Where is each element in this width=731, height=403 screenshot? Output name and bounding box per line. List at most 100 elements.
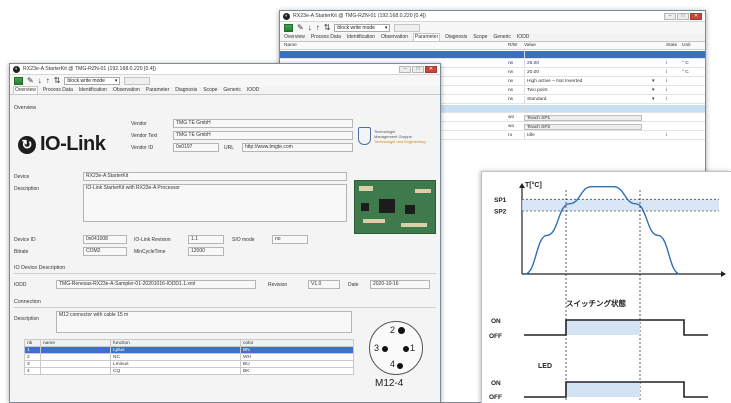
arrow-down-icon[interactable]: ↓ <box>38 76 42 86</box>
pin-color: BU <box>240 360 354 368</box>
bitrate-field: COM2 <box>83 247 127 256</box>
pin-nb: 1 <box>24 346 41 354</box>
led-on-label: ON <box>491 380 501 387</box>
param-value[interactable]: Two point <box>524 87 642 95</box>
col-value: Value <box>524 43 536 48</box>
table-row[interactable]: 2 NC WH <box>24 353 354 361</box>
tab-diagnosis[interactable]: Diagnosis <box>174 87 198 94</box>
url-field[interactable]: http://www.tmgte.com <box>242 143 353 152</box>
connect-icon[interactable] <box>284 24 293 32</box>
hysteresis-band <box>522 199 719 211</box>
connect-icon[interactable] <box>14 77 23 85</box>
io-device-description-caption: IO Device Description <box>14 265 66 271</box>
minimize-icon[interactable]: – <box>399 65 411 73</box>
col-state: State <box>666 43 678 48</box>
tab-parameter[interactable]: Parameter <box>145 87 170 94</box>
param-rw: rw <box>508 61 514 66</box>
min-cycle-time-field: 12000 <box>188 247 224 256</box>
param-value[interactable]: High active ~ Not Inverted <box>524 78 642 86</box>
maximize-icon[interactable]: □ <box>677 12 689 20</box>
tab-process-data[interactable]: Process Data <box>310 34 342 41</box>
switching-chart-panel: T[°C] SP1 SP2 スイッチング状態 ON OFF LED ON OFF <box>481 171 731 403</box>
param-state: i <box>666 70 668 75</box>
tab-diagnosis[interactable]: Diagnosis <box>444 34 468 41</box>
pin-function: CQ <box>110 367 241 375</box>
app-logo-icon: ◐ <box>283 12 290 20</box>
connection-pin-table: nb name function color 1 Lplus BN 2 NC W… <box>24 339 354 375</box>
arrow-down-icon[interactable]: ↓ <box>308 23 312 33</box>
tab-iodd[interactable]: IODD <box>516 34 531 41</box>
param-value[interactable]: 25.00 <box>524 60 642 68</box>
maximize-icon[interactable]: □ <box>412 65 424 73</box>
parameter-row[interactable] <box>280 51 705 59</box>
param-value[interactable]: 20.00 <box>524 69 642 77</box>
pin-nb: 3 <box>24 360 41 368</box>
description-field: IO-Link StarterKit with RX23e-A Processo… <box>83 184 347 222</box>
tmg-logo-icon <box>358 127 371 145</box>
tab-identification[interactable]: Identification <box>78 87 108 94</box>
write-mode-select[interactable]: block write mode ▾ <box>64 77 121 85</box>
table-row[interactable]: 3 Lminus BU <box>24 360 354 368</box>
chevron-down-icon[interactable]: ▾ <box>652 96 654 104</box>
tab-generic[interactable]: Generic <box>492 34 512 41</box>
param-rw: wo <box>508 115 515 120</box>
front-titlebar: ◐ RX23e-A StarterKit @ TMG-RZN-01 (192.1… <box>10 64 440 75</box>
pin-name <box>40 360 111 368</box>
io-link-revision-field: 1.1 <box>188 235 224 244</box>
arrow-up-icon[interactable]: ↑ <box>316 23 320 33</box>
table-row[interactable]: 1 Lplus BN <box>24 346 354 354</box>
table-row[interactable]: 4 CQ BK <box>24 367 354 375</box>
tab-process-data[interactable]: Process Data <box>42 87 74 94</box>
param-value[interactable]: Standard <box>524 96 642 104</box>
min-cycle-time-label: MinCycleTime <box>134 249 166 255</box>
write-mode-select[interactable]: block write mode ▾ <box>334 24 391 32</box>
sync-icon[interactable]: ⇅ <box>54 76 61 86</box>
tab-observation[interactable]: Observation <box>380 34 409 41</box>
minimize-icon[interactable]: – <box>664 12 676 20</box>
back-titlebar: ◐ RX23e-A StarterKit @ TMG-RZN-01 (192.1… <box>280 11 705 22</box>
tab-observation[interactable]: Observation <box>112 87 141 94</box>
pin-name <box>40 367 111 375</box>
tmg-logo: Technologie Management Gruppe Technologi… <box>358 125 438 151</box>
edit-icon[interactable]: ✎ <box>297 23 304 33</box>
back-window-title: RX23e-A StarterKit @ TMG-RZN-01 (192.168… <box>293 13 426 19</box>
param-value[interactable]: Teach SP2 <box>524 124 642 130</box>
param-value[interactable]: Teach SP1 <box>524 115 642 121</box>
connector-label: M12-4 <box>375 378 404 389</box>
pin-table-header: nb name function color <box>24 339 354 347</box>
tab-iodd[interactable]: IODD <box>246 87 261 94</box>
tab-overview[interactable]: Overview <box>283 34 306 41</box>
param-value[interactable] <box>524 51 642 59</box>
pin-1-label: 1 <box>410 343 416 353</box>
param-value[interactable] <box>524 105 642 113</box>
back-toolbar: ✎ ↓ ↑ ⇅ block write mode ▾ <box>280 22 705 34</box>
pin-nb: 2 <box>24 353 41 361</box>
param-value[interactable]: Idle <box>524 132 642 140</box>
switch-on-fill <box>566 320 640 335</box>
device-field: RX23e-A StarterKit <box>83 172 347 181</box>
close-icon[interactable]: ✕ <box>425 65 437 73</box>
param-rw: rw <box>508 88 514 93</box>
tab-identification[interactable]: Identification <box>346 34 376 41</box>
param-state: i <box>666 61 668 66</box>
write-mode-value: block write mode <box>337 25 375 31</box>
switch-state-title: スイッチング状態 <box>566 298 626 308</box>
sync-icon[interactable]: ⇅ <box>324 23 331 33</box>
tab-scope[interactable]: Scope <box>202 87 218 94</box>
chevron-down-icon[interactable]: ▾ <box>652 87 654 95</box>
param-unit: ° C <box>682 70 689 75</box>
tab-parameter[interactable]: Parameter <box>412 33 441 41</box>
chevron-down-icon[interactable]: ▾ <box>652 78 654 86</box>
param-rw: rw <box>508 79 514 84</box>
tab-generic[interactable]: Generic <box>222 87 242 94</box>
tab-scope[interactable]: Scope <box>472 34 488 41</box>
pin-3-dot <box>382 346 388 352</box>
status-box <box>394 24 421 32</box>
edit-icon[interactable]: ✎ <box>27 76 34 86</box>
tab-overview[interactable]: Overview <box>13 86 38 94</box>
front-tab-bar: Overview Process Data Identification Obs… <box>10 86 440 95</box>
connection-description-field: M12 connector with cable 15 m <box>56 311 352 333</box>
close-icon[interactable]: ✕ <box>690 12 702 20</box>
arrow-up-icon[interactable]: ↑ <box>46 76 50 86</box>
chevron-down-icon: ▾ <box>114 78 118 84</box>
